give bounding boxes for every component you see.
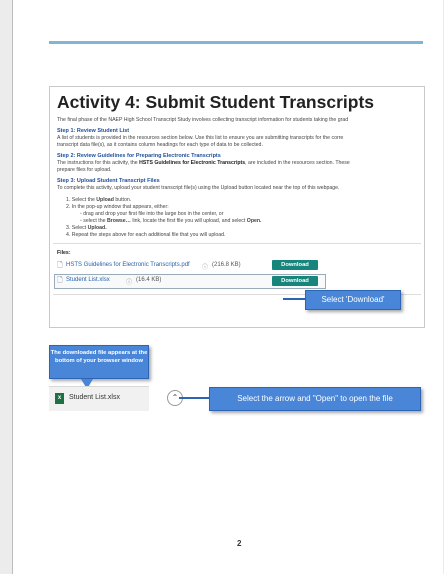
step3-item4: 4. Repeat the steps above for each addit…	[66, 232, 226, 238]
step1-line2: transcript data file(s), as it contains …	[57, 141, 263, 148]
file-size-student-list: (16.4 KB)	[136, 277, 162, 283]
step3-item1: 1. Select the Upload button.	[66, 197, 132, 203]
document-icon: 🗋	[57, 277, 63, 284]
callout-downloaded-tip: The downloaded file appears at the botto…	[49, 345, 149, 379]
step3-subitem2: ◦ select the Browse… link, locate the fi…	[80, 218, 262, 224]
files-divider	[53, 243, 421, 244]
step3-line1: To complete this activity, upload your s…	[57, 185, 340, 191]
callout-select-download: Select 'Download'	[305, 290, 401, 310]
step3-heading: Step 3: Upload Student Transcript Files	[57, 178, 160, 184]
accent-rule	[49, 41, 423, 44]
download-button-student-list[interactable]: Download	[272, 276, 318, 286]
step2-heading: Step 2: Review Guidelines for Preparing …	[57, 153, 221, 159]
step1-heading: Step 1: Review Student List	[57, 128, 130, 134]
document-icon: 🗋	[57, 262, 63, 269]
file-link-student-list[interactable]: Student List.xlsx	[66, 277, 110, 283]
callout-select-arrow: Select the arrow and "Open" to open the …	[209, 387, 421, 411]
download-filename[interactable]: Student List.xlsx	[69, 394, 120, 401]
info-icon: ⓘ	[126, 280, 133, 286]
activity-title: Activity 4: Submit Student Transcripts	[57, 92, 374, 112]
callout-connector-2	[179, 397, 209, 399]
intro-text: The final phase of the NAEP High School …	[57, 117, 349, 123]
page-number: 2	[237, 539, 242, 548]
download-button-guidelines[interactable]: Download	[272, 260, 318, 270]
document-page: Activity 4: Submit Student Transcripts T…	[12, 0, 443, 574]
step2-line1: The instructions for this activity, the …	[57, 160, 350, 166]
step3-item3: 3. Select Upload.	[66, 225, 107, 231]
files-label: Files:	[57, 250, 71, 256]
step3-item2: 2. In the pop-up window that appears, ei…	[66, 204, 169, 210]
browser-download-bar: x Student List.xlsx ⌃	[49, 386, 183, 411]
file-size-guidelines: (216.8 KB)	[212, 262, 241, 268]
callout-connector	[283, 298, 305, 300]
excel-file-icon: x	[55, 393, 64, 404]
step2-line2: prepare files for upload.	[57, 166, 112, 173]
step3-subitem1: ◦ drag and drop your first file into the…	[80, 211, 224, 217]
info-icon: ⓘ	[202, 265, 209, 271]
file-link-guidelines[interactable]: HSTS Guidelines for Electronic Transcrip…	[66, 262, 190, 268]
step1-line1: A list of students is provided in the re…	[57, 135, 344, 141]
